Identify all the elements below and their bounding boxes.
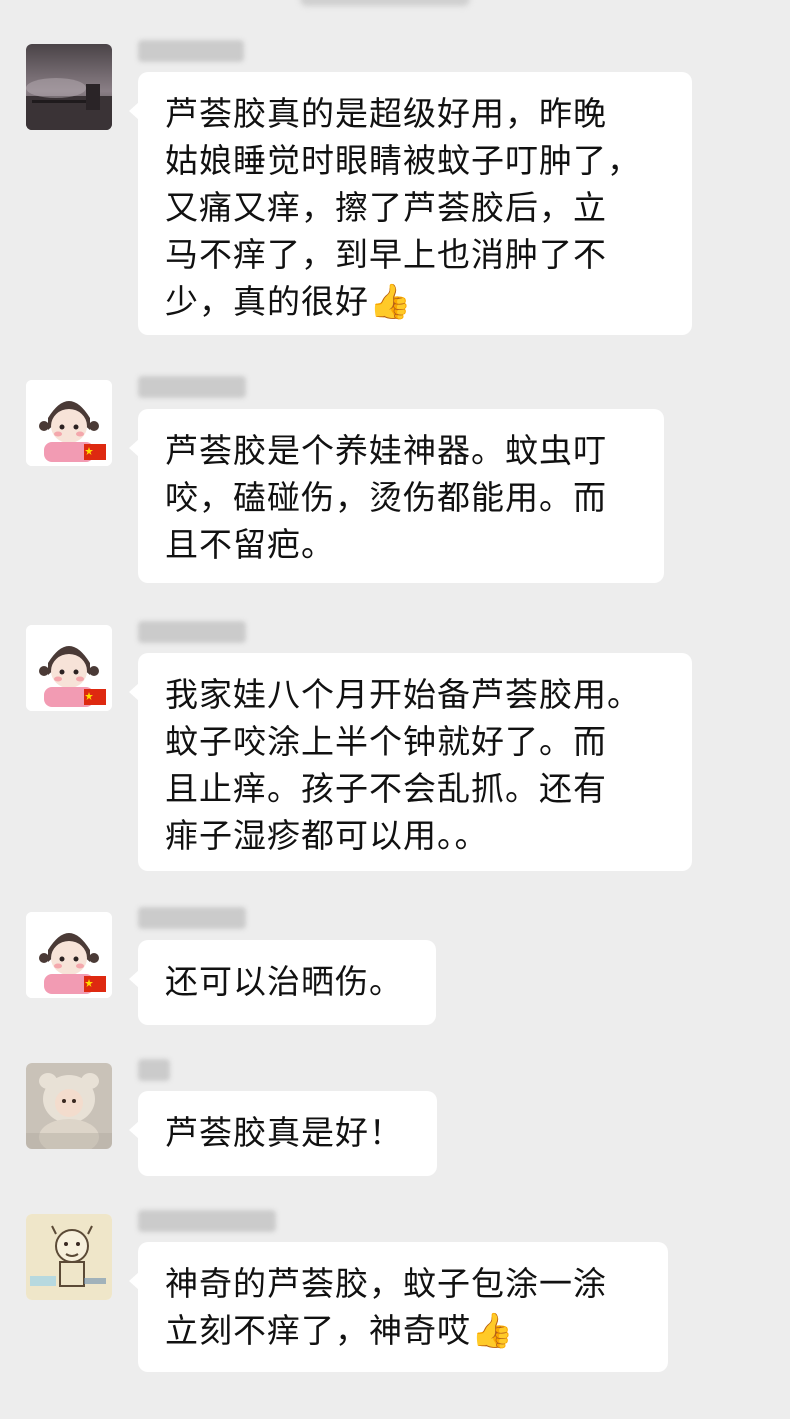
message-line: 立刻不痒了，神奇哎👍 <box>165 1311 515 1351</box>
avatar-photo-icon <box>26 44 112 130</box>
sender-name-blurred <box>138 40 244 62</box>
message-bubble[interactable]: 我家娃八个月开始备芦荟胶用。 蚊子咬涂上半个钟就好了。而 且止痒。孩子不会乱抓。… <box>129 653 692 871</box>
avatar[interactable] <box>26 912 112 998</box>
sender-name-blurred <box>138 907 246 929</box>
avatar[interactable] <box>26 44 112 130</box>
message-line: 芦荟胶是个养娃神器。蚊虫叮 <box>165 431 607 470</box>
message-line: 姑娘睡觉时眼睛被蚊子叮肿了， <box>165 141 641 180</box>
avatar[interactable] <box>26 1063 112 1149</box>
message-line: 蚊子咬涂上半个钟就好了。而 <box>165 722 607 761</box>
message-line: 咬，磕碰伤，烫伤都能用。而 <box>165 478 607 517</box>
message-line: 芦荟胶真是好！ <box>165 1113 403 1152</box>
sender-name-blurred <box>138 1210 276 1232</box>
message-line: 又痛又痒，擦了芦荟胶后，立 <box>165 188 607 227</box>
message-line: 且不留疤。 <box>165 525 335 564</box>
message-bubble[interactable]: 芦荟胶真是好！ <box>129 1091 437 1176</box>
cartoon-girl-avatar-icon <box>26 625 112 711</box>
message-line: 神奇的芦荟胶，蚊子包涂一涂 <box>165 1264 607 1303</box>
cartoon-girl-avatar-icon <box>26 912 112 998</box>
cartoon-girl-avatar-icon <box>26 380 112 466</box>
thumbs-up-icon: 👍 <box>471 1311 515 1351</box>
avatar[interactable] <box>26 380 112 466</box>
message-bubble[interactable]: 芦荟胶真的是超级好用，昨晚 姑娘睡觉时眼睛被蚊子叮肿了， 又痛又痒，擦了芦荟胶后… <box>129 72 692 335</box>
message-line: 少，真的很好👍 <box>165 282 413 322</box>
message-line: 痱子湿疹都可以用。。 <box>165 816 489 855</box>
message-line: 且止痒。孩子不会乱抓。还有 <box>165 769 607 808</box>
sender-name-blurred <box>138 621 246 643</box>
message-line: 我家娃八个月开始备芦荟胶用。 <box>165 675 641 714</box>
blurred-chat-title <box>300 0 470 6</box>
message-line: 还可以治晒伤。 <box>165 962 403 1001</box>
message-bubble[interactable]: 还可以治晒伤。 <box>129 940 436 1025</box>
message-bubble[interactable]: 神奇的芦荟胶，蚊子包涂一涂 立刻不痒了，神奇哎👍 <box>129 1242 668 1372</box>
sketch-avatar-icon <box>26 1214 112 1300</box>
avatar[interactable] <box>26 1214 112 1300</box>
sender-name-blurred <box>138 1059 170 1081</box>
baby-photo-avatar-icon <box>26 1063 112 1149</box>
message-bubble[interactable]: 芦荟胶是个养娃神器。蚊虫叮 咬，磕碰伤，烫伤都能用。而 且不留疤。 <box>129 409 664 583</box>
message-line: 马不痒了，到早上也消肿了不 <box>165 235 607 274</box>
message-line: 芦荟胶真的是超级好用，昨晚 <box>165 94 607 133</box>
sender-name-blurred <box>138 376 246 398</box>
avatar[interactable] <box>26 625 112 711</box>
thumbs-up-icon: 👍 <box>369 282 413 322</box>
